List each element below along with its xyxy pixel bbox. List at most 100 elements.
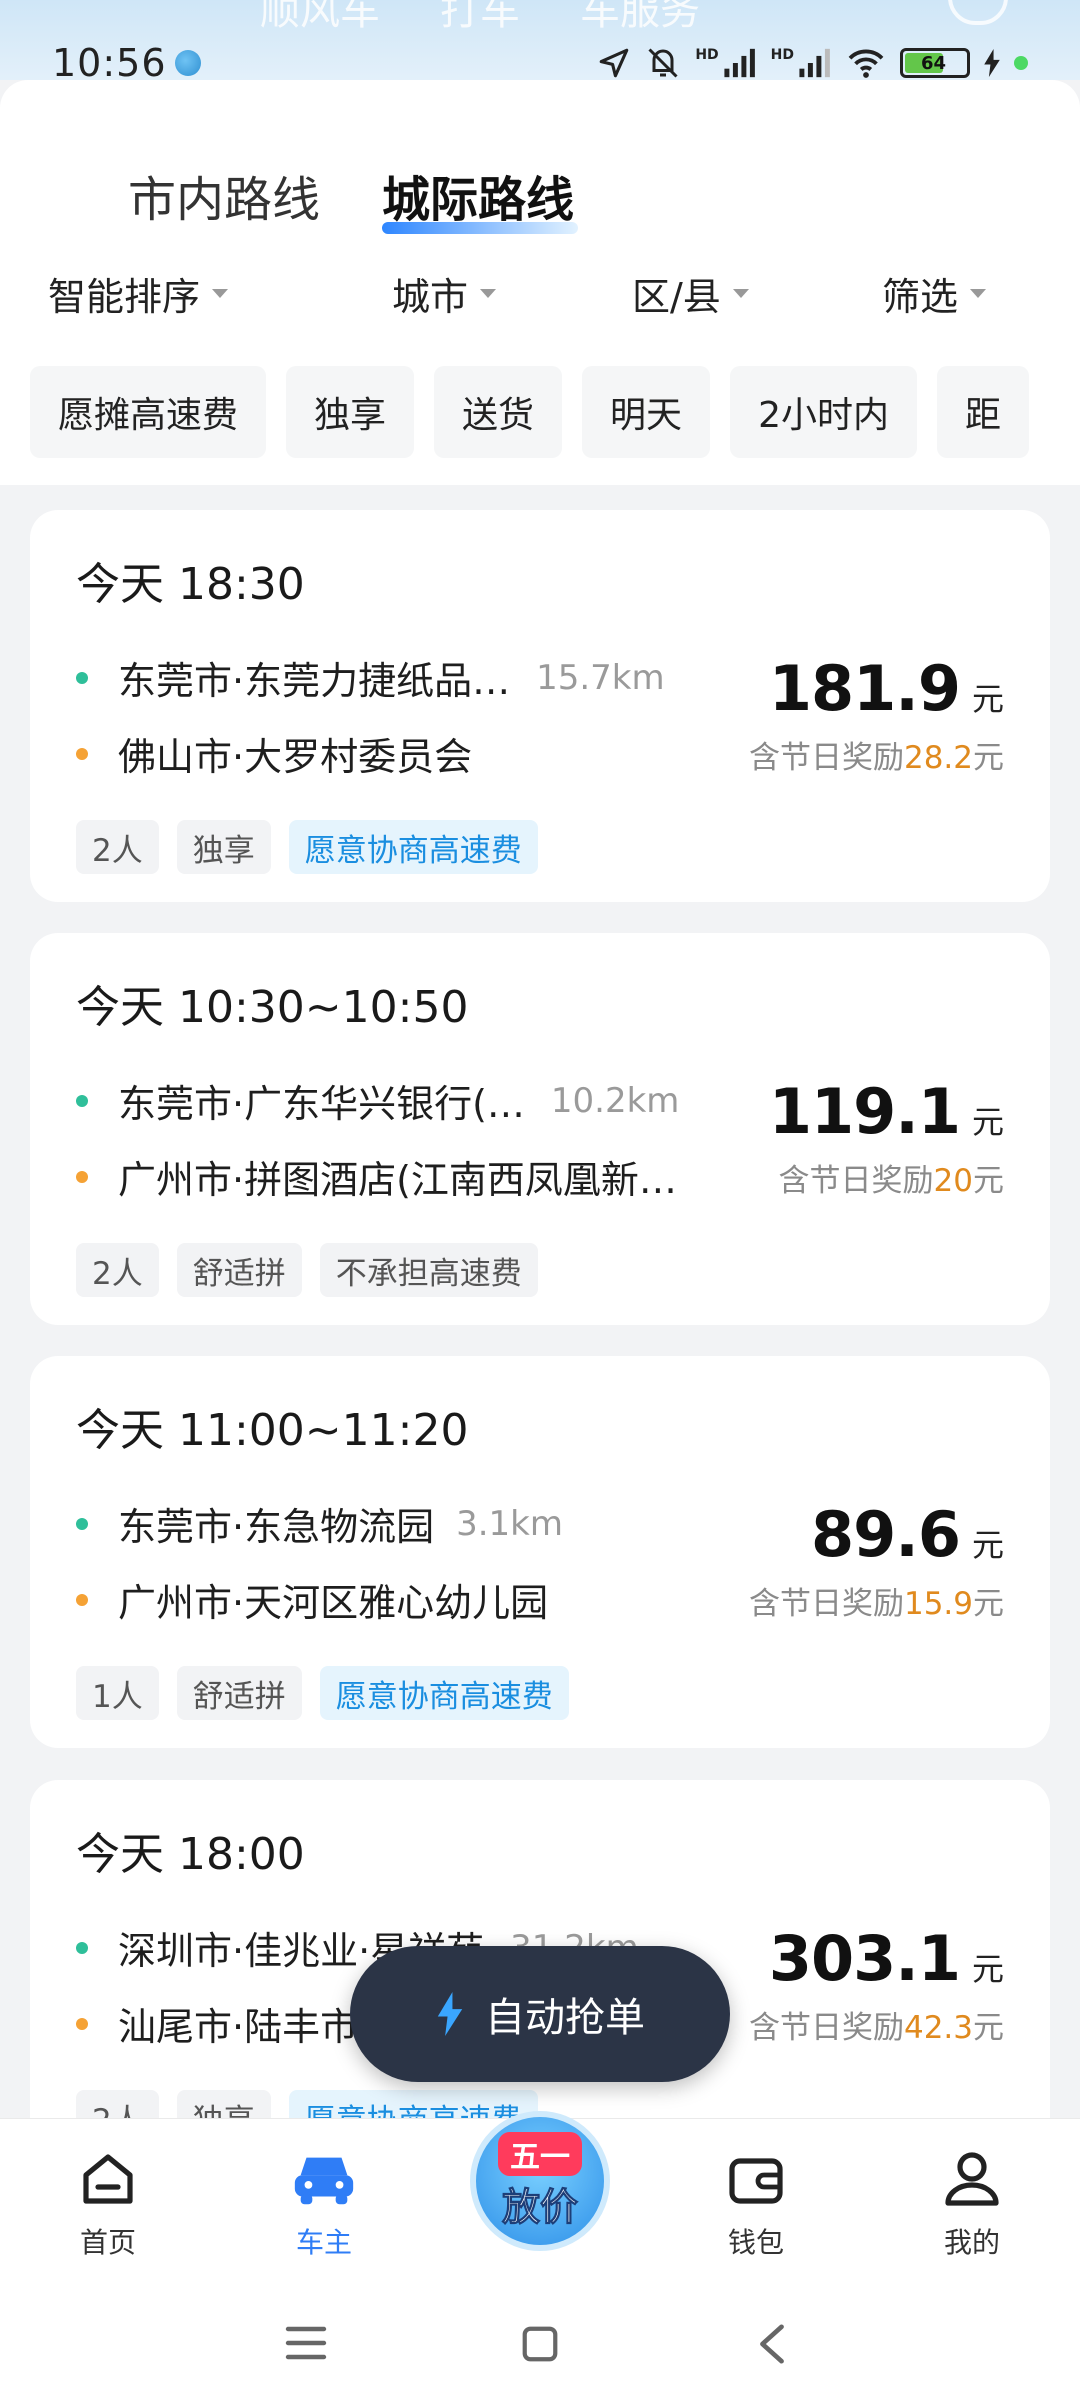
route-tabs: 市内路线 城际路线 [128, 160, 579, 234]
order-time: 今天 10:30~10:50 [76, 982, 469, 1033]
tag-toll: 愿意协商高速费 [288, 820, 538, 874]
dropoff-stop: 佛山市·大罗村委员会 [76, 726, 472, 781]
order-price: 303.1 元 [769, 1922, 1004, 1995]
nav-wallet-label: 钱包 [727, 2226, 784, 2259]
mute-icon [648, 48, 678, 78]
may-day-promo-badge[interactable]: 五一 放价 [470, 2111, 610, 2251]
home-button-icon[interactable] [518, 2323, 562, 2365]
nav-home[interactable]: 首页 [48, 2147, 168, 2261]
battery-percent: 64 [921, 52, 947, 74]
reward-amount: 28.2 [903, 740, 973, 776]
city-label: 城市 [392, 275, 469, 319]
reward-label: 含节日奖励 [748, 740, 904, 776]
dropoff-dot [76, 2017, 88, 2030]
caret-down-icon [480, 289, 497, 298]
price-unit: 元 [971, 1950, 1004, 1988]
pickup-stop: 东莞市·东莞力捷纸品… 15.7km [76, 650, 665, 705]
order-card[interactable]: 今天 18:30 东莞市·东莞力捷纸品… 15.7km 佛山市·大罗村委员会 1… [30, 510, 1050, 902]
pickup-address: 东莞市·广东华兴银行(… [118, 1082, 525, 1126]
charging-icon [984, 49, 1000, 77]
smart-sort-dropdown[interactable]: 智能排序 [48, 266, 229, 321]
ghost-tab-2[interactable]: 车服务 [580, 0, 700, 36]
pickup-dot [76, 1094, 88, 1107]
dropoff-address: 汕尾市·陆丰市 [118, 2005, 359, 2049]
pickup-distance: 10.2km [550, 1080, 680, 1121]
quick-filter-chips: 愿摊高速费 独享 送货 明天 2小时内 距 [30, 366, 1029, 458]
tab-intercity-routes[interactable]: 城际路线 [382, 160, 579, 234]
order-card[interactable]: 今天 10:30~10:50 东莞市·广东华兴银行(… 10.2km 广州市·拼… [30, 933, 1050, 1325]
caret-down-icon [732, 289, 749, 298]
ghost-tab-0[interactable]: 顺风车 [260, 0, 380, 36]
nav-home-label: 首页 [79, 2226, 136, 2259]
reward-label: 含节日奖励 [748, 2010, 904, 2046]
smart-sort-label: 智能排序 [48, 275, 201, 319]
reward-unit: 元 [973, 1163, 1004, 1199]
tag-passengers: 2人 [76, 820, 159, 874]
nav-driver[interactable]: 车主 [264, 2147, 384, 2261]
ghost-tabs: 顺风车 打车 车服务 [260, 0, 700, 36]
hd-label-1: HD [695, 47, 719, 63]
chip-within-2h[interactable]: 2小时内 [730, 366, 917, 458]
status-icons: HD HD 64 [597, 45, 1028, 81]
chip-distance[interactable]: 距 [936, 366, 1029, 458]
reward-amount: 20 [933, 1163, 973, 1199]
order-time: 今天 18:00 [76, 1829, 305, 1880]
caret-down-icon [970, 289, 987, 298]
order-card[interactable]: 今天 11:00~11:20 东莞市·东急物流园 3.1km 广州市·天河区雅心… [30, 1356, 1050, 1748]
chip-share-toll[interactable]: 愿摊高速费 [30, 366, 267, 458]
dropoff-address: 佛山市·大罗村委员会 [118, 735, 473, 779]
wifi-icon [848, 49, 884, 78]
ghost-tab-1[interactable]: 打车 [440, 0, 520, 36]
chip-tomorrow[interactable]: 明天 [582, 366, 711, 458]
active-indicator-dot [1014, 56, 1028, 70]
district-label: 区/县 [632, 275, 721, 319]
chip-delivery[interactable]: 送货 [434, 366, 563, 458]
holiday-reward: 含节日奖励28.2元 [749, 732, 1004, 777]
order-price: 119.1 元 [769, 1075, 1004, 1148]
nav-profile[interactable]: 我的 [912, 2147, 1032, 2261]
system-nav-bar [0, 2293, 1080, 2400]
dropoff-address: 广州市·天河区雅心幼儿园 [118, 1581, 549, 1625]
holiday-reward: 含节日奖励42.3元 [749, 2002, 1004, 2047]
district-dropdown[interactable]: 区/县 [632, 266, 749, 321]
tag-ride-type: 舒适拼 [176, 1666, 302, 1720]
price-amount: 119.1 [768, 1075, 961, 1148]
filter-dropdown[interactable]: 筛选 [882, 266, 987, 321]
reward-label: 含节日奖励 [748, 1586, 904, 1622]
tab-city-routes[interactable]: 市内路线 [128, 160, 320, 230]
menu-icon[interactable] [284, 2323, 328, 2363]
bottom-nav: 首页 车主 五一 放价 钱包 我的 [0, 2111, 1080, 2293]
message-icon[interactable] [948, 0, 1008, 25]
back-icon[interactable] [752, 2321, 792, 2367]
price-amount: 89.6 [811, 1498, 961, 1571]
tag-toll: 愿意协商高速费 [319, 1666, 569, 1720]
auto-grab-button[interactable]: 自动抢单 [350, 1946, 730, 2082]
tag-passengers: 2人 [76, 1243, 159, 1297]
tag-toll: 不承担高速费 [319, 1243, 538, 1297]
caret-down-icon [212, 289, 229, 298]
promo-line-1: 五一 [498, 2131, 582, 2176]
price-unit: 元 [971, 1103, 1004, 1141]
pickup-dot [76, 1941, 88, 1954]
location-icon [600, 48, 629, 78]
order-tags: 2人 舒适拼 不承担高速费 [76, 1243, 538, 1297]
reward-amount: 42.3 [903, 2010, 973, 2046]
price-unit: 元 [971, 1526, 1004, 1564]
signal-icon-2 [799, 48, 830, 78]
battery-icon: 64 [900, 48, 970, 78]
sort-filter-bar: 智能排序 城市 区/县 筛选 [0, 266, 1080, 326]
order-price: 89.6 元 [811, 1498, 1004, 1571]
pickup-stop: 东莞市·东急物流园 3.1km [76, 1496, 563, 1551]
city-dropdown[interactable]: 城市 [392, 266, 497, 321]
header-panel: 市内路线 城际路线 智能排序 城市 区/县 筛选 愿摊高速费 独享 送货 明天 … [0, 80, 1080, 485]
auto-grab-label: 自动抢单 [485, 1995, 645, 2041]
order-tags: 2人 独享 愿意协商高速费 [76, 820, 538, 874]
nav-wallet[interactable]: 钱包 [696, 2147, 816, 2261]
reward-unit: 元 [973, 2010, 1004, 2046]
chip-exclusive[interactable]: 独享 [286, 366, 415, 458]
nav-driver-label: 车主 [295, 2226, 352, 2259]
order-time: 今天 11:00~11:20 [76, 1405, 469, 1456]
tag-ride-type: 舒适拼 [176, 1243, 302, 1297]
price-amount: 303.1 [768, 1922, 961, 1995]
reward-label: 含节日奖励 [778, 1163, 934, 1199]
